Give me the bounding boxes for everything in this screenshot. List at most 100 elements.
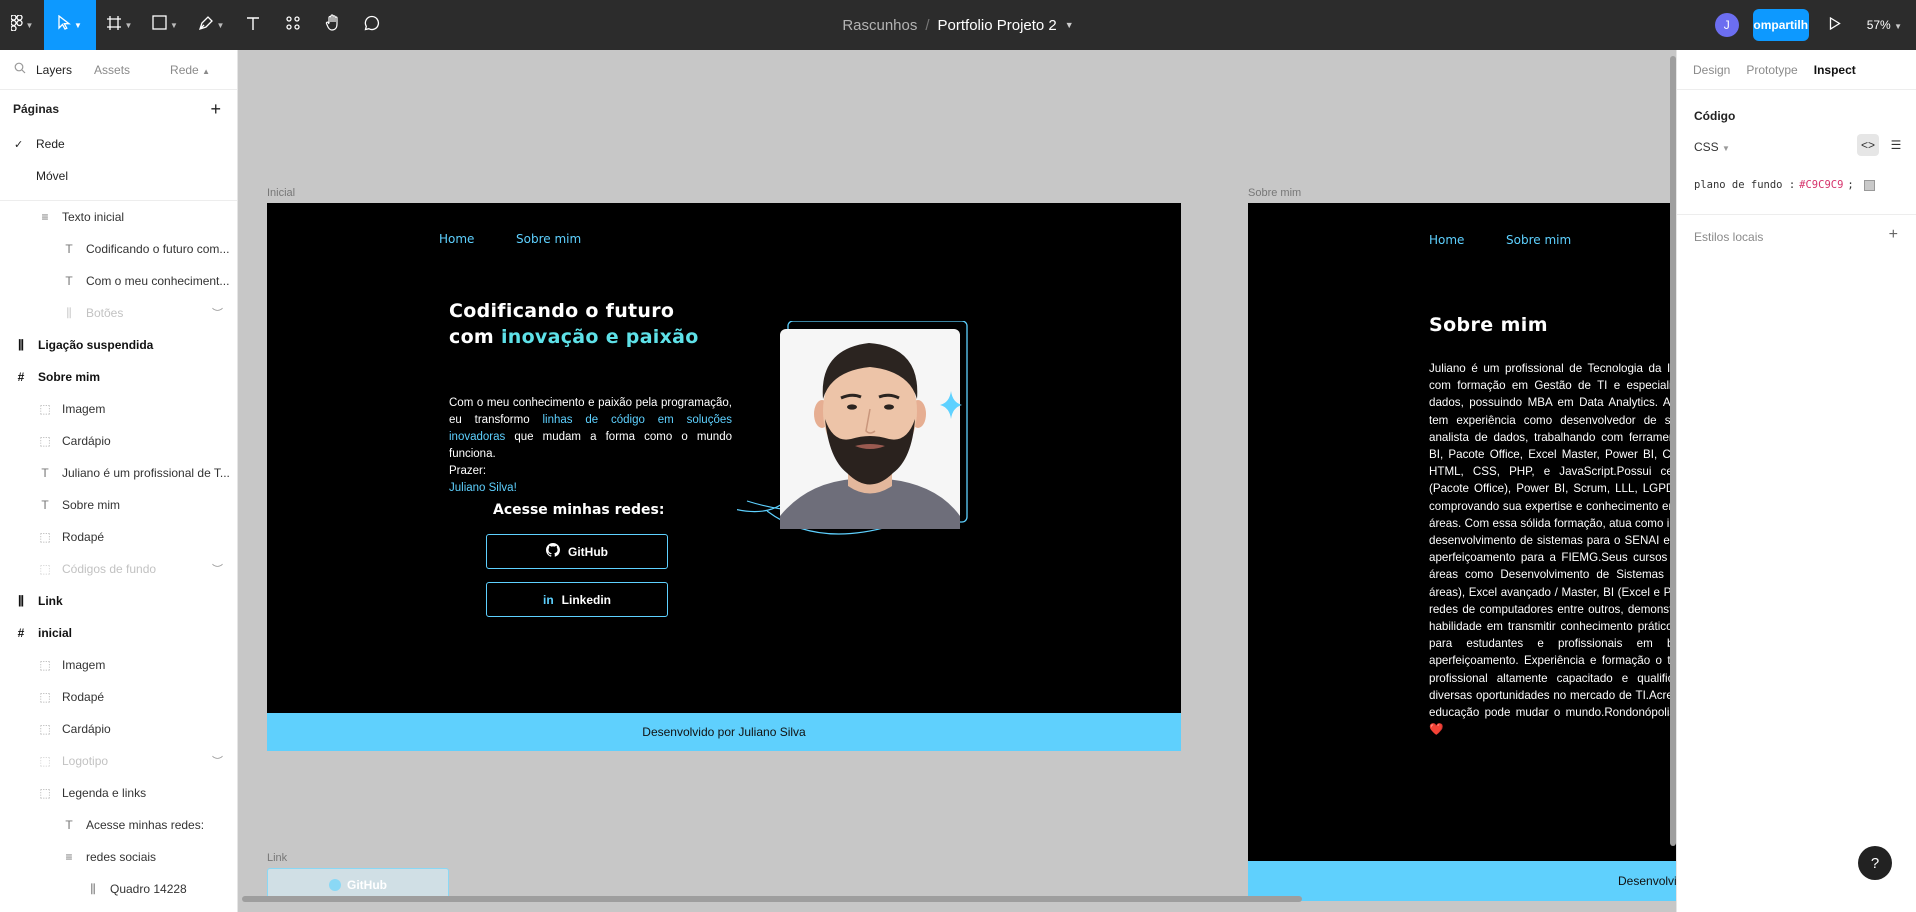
pen-tool-button[interactable]: ▼: [188, 0, 234, 50]
layer-label: Rodapé: [62, 530, 105, 544]
css-code-line[interactable]: plano de fundo : #C9C9C9 ;: [1694, 179, 1875, 191]
hero-title: Codificando o futuro com inovação e paix…: [449, 298, 749, 350]
layer-item[interactable]: ⫼ Quadro 14228: [0, 873, 237, 905]
resources-tool-button[interactable]: [272, 0, 314, 50]
share-button[interactable]: ompartilh: [1752, 9, 1809, 41]
layer-item[interactable]: ≡ Texto inicial: [0, 201, 237, 233]
frame-label-inicial[interactable]: Inicial: [267, 187, 295, 199]
nav-sobre-link[interactable]: Sobre mim: [1506, 233, 1571, 247]
layer-item[interactable]: T Codificando o futuro com...: [0, 233, 237, 265]
layer-item[interactable]: ⬚ Rodapé: [0, 681, 237, 713]
language-dropdown[interactable]: CSS ▼: [1694, 140, 1730, 154]
nav-home-link[interactable]: Home: [439, 232, 474, 246]
footer-sobre-mim[interactable]: Desenvolvido por Juliano Silva: [1248, 861, 1676, 901]
chevron-down-icon: ▼: [124, 20, 133, 30]
layer-item[interactable]: # inicial: [0, 617, 237, 649]
tab-design[interactable]: Design: [1693, 63, 1730, 77]
layers-panel: Layers Assets Rede ▲ Páginas + ✓ Rede Mó…: [0, 50, 238, 912]
frame-tool-button[interactable]: ▼: [96, 0, 142, 50]
code-brackets-icon[interactable]: <>: [1857, 134, 1879, 156]
present-play-icon[interactable]: [1829, 16, 1841, 33]
move-tool-button[interactable]: ▼: [44, 0, 96, 50]
hand-tool-button[interactable]: [314, 0, 352, 50]
linkedin-label: Linkedin: [561, 592, 611, 607]
color-swatch[interactable]: [1863, 179, 1875, 191]
layer-label: Ligação suspendida: [38, 338, 154, 352]
group-icon: ⬚: [39, 722, 51, 736]
add-page-icon[interactable]: +: [210, 99, 221, 120]
layer-item[interactable]: # Sobre mim: [0, 361, 237, 393]
tab-page-rede[interactable]: Rede ▲: [170, 63, 210, 77]
page-dropdown-label: Rede: [170, 62, 199, 77]
design-canvas[interactable]: Inicial Home Sobre mim Codificando o fut…: [238, 50, 1676, 912]
footer-text: Desenvolvido por Juliano Silva: [1618, 874, 1676, 888]
top-toolbar: ▼ ▼ ▼ ▼ ▼ Rascunhos / Portfolio Projeto …: [0, 0, 1916, 50]
main-menu-button[interactable]: ▼: [0, 0, 44, 50]
list-view-icon[interactable]: ☰: [1885, 134, 1907, 156]
breadcrumb-project[interactable]: Rascunhos: [842, 17, 917, 34]
layer-item[interactable]: T Sobre mim: [0, 489, 237, 521]
layer-item[interactable]: ⬚ Códigos de fundo ︶: [0, 553, 237, 585]
tab-layers[interactable]: Layers: [36, 63, 72, 77]
nav-sobre-link[interactable]: Sobre mim: [516, 232, 581, 246]
shape-tool-button[interactable]: ▼: [142, 0, 188, 50]
layer-item[interactable]: ⫼ Link: [0, 585, 237, 617]
layer-item[interactable]: T Juliano é um profissional de T...: [0, 457, 237, 489]
help-button[interactable]: ?: [1858, 846, 1892, 880]
layer-item[interactable]: T Com o meu conheciment...: [0, 265, 237, 297]
text-icon: T: [41, 466, 49, 480]
add-style-icon[interactable]: +: [1889, 226, 1898, 244]
layer-label: Link: [38, 594, 63, 608]
page-item-movel[interactable]: Móvel: [0, 160, 237, 192]
file-title[interactable]: Portfolio Projeto 2: [938, 17, 1057, 34]
nav-home-link[interactable]: Home: [1429, 233, 1464, 247]
tab-prototype[interactable]: Prototype: [1746, 63, 1797, 77]
frame-label-sobre-mim[interactable]: Sobre mim: [1248, 187, 1301, 199]
text-align-icon: ≡: [41, 210, 49, 224]
css-property: plano de fundo :: [1694, 179, 1796, 191]
frame-sobre-mim[interactable]: Home Sobre mim Sobre mim Juliano é um pr…: [1248, 203, 1676, 861]
linkedin-button[interactable]: in Linkedin: [486, 582, 668, 617]
tab-assets[interactable]: Assets: [94, 63, 130, 77]
component-icon: ⫼: [18, 337, 24, 352]
layer-item[interactable]: ⬚ Imagem: [0, 649, 237, 681]
github-button[interactable]: GitHub: [486, 534, 668, 569]
layer-label: inicial: [38, 626, 73, 640]
layer-item[interactable]: ⬚ Cardápio: [0, 425, 237, 457]
layer-item[interactable]: ⬚ Rodapé: [0, 521, 237, 553]
chevron-down-icon: ▼: [74, 20, 82, 30]
search-icon[interactable]: [14, 62, 26, 77]
horizontal-scrollbar[interactable]: [242, 896, 1302, 902]
layer-item[interactable]: ⫼ Botões ︶: [0, 297, 237, 329]
layer-item[interactable]: ⬚ Legenda e links: [0, 777, 237, 809]
footer-inicial[interactable]: Desenvolvido por Juliano Silva: [267, 713, 1181, 751]
layer-item[interactable]: ⬚ Imagem: [0, 393, 237, 425]
hero-title-line1: Codificando o futuro: [449, 300, 675, 322]
group-icon: ⬚: [39, 658, 51, 672]
component-icon: ⫼: [18, 593, 24, 608]
page-item-rede[interactable]: ✓ Rede: [0, 128, 237, 160]
text-icon: T: [41, 498, 49, 512]
text-tool-button[interactable]: [234, 0, 272, 50]
frame-label-link[interactable]: Link: [267, 852, 287, 864]
cursor-arrow-icon: [58, 14, 71, 35]
layer-item[interactable]: ≡ redes sociais: [0, 841, 237, 873]
layer-label: Rodapé: [62, 690, 105, 704]
layer-label: Com o meu conheciment...: [86, 274, 230, 288]
hidden-eye-icon[interactable]: ︶: [212, 305, 223, 321]
chevron-down-icon[interactable]: ▼: [1065, 20, 1074, 30]
text-icon: T: [65, 274, 73, 288]
tab-inspect[interactable]: Inspect: [1814, 63, 1856, 77]
frame-hash-icon: [106, 15, 122, 36]
avatar[interactable]: J: [1714, 13, 1739, 37]
hidden-eye-icon[interactable]: ︶: [212, 753, 223, 769]
layer-item[interactable]: ⬚ Logotipo ︶: [0, 745, 237, 777]
hidden-eye-icon[interactable]: ︶: [212, 561, 223, 577]
frame-inicial[interactable]: Home Sobre mim Codificando o futuro com …: [267, 203, 1181, 713]
layer-item[interactable]: ⬚ Cardápio: [0, 713, 237, 745]
layer-item[interactable]: T Acesse minhas redes:: [0, 809, 237, 841]
profile-photo-group[interactable]: [706, 320, 987, 551]
comment-tool-button[interactable]: [352, 0, 392, 50]
layer-item[interactable]: ⫼ Ligação suspendida: [0, 329, 237, 361]
zoom-dropdown[interactable]: 57% ▼: [1867, 18, 1902, 32]
